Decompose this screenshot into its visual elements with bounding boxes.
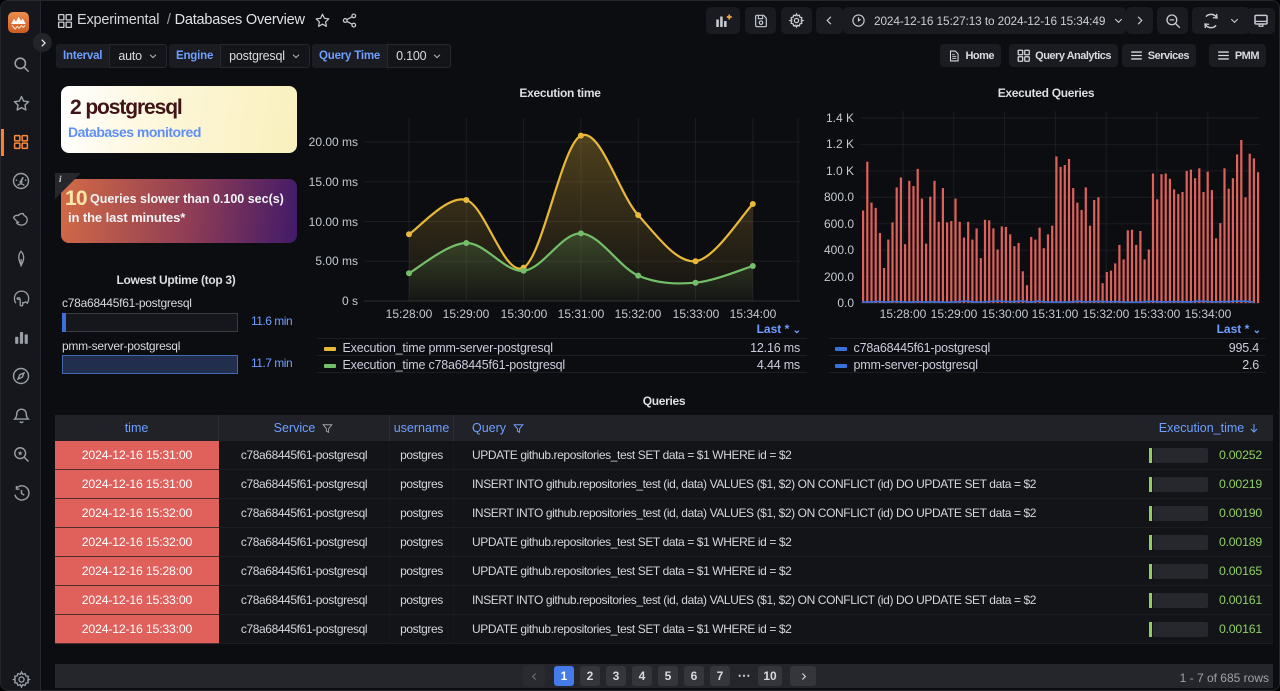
svg-text:400.0: 400.0 xyxy=(824,243,854,257)
svg-text:15:30:00: 15:30:00 xyxy=(982,307,1029,321)
svg-text:15:33:00: 15:33:00 xyxy=(1134,307,1181,321)
svg-text:15:31:00: 15:31:00 xyxy=(1032,307,1079,321)
svg-text:15:34:00: 15:34:00 xyxy=(730,307,777,321)
svg-text:15:28:00: 15:28:00 xyxy=(880,307,927,321)
svg-text:10.00 ms: 10.00 ms xyxy=(309,215,358,229)
svg-text:800.0: 800.0 xyxy=(824,190,854,204)
svg-text:15:34:00: 15:34:00 xyxy=(1185,307,1232,321)
svg-text:15.00 ms: 15.00 ms xyxy=(309,175,358,189)
svg-text:15:32:00: 15:32:00 xyxy=(1083,307,1130,321)
svg-text:200.0: 200.0 xyxy=(824,270,854,284)
svg-text:1.0 K: 1.0 K xyxy=(826,164,854,178)
svg-text:1.2 K: 1.2 K xyxy=(826,137,854,151)
svg-text:0.0: 0.0 xyxy=(837,296,854,310)
svg-text:5.00 ms: 5.00 ms xyxy=(315,254,358,268)
svg-text:15:31:00: 15:31:00 xyxy=(558,307,605,321)
svg-text:15:33:00: 15:33:00 xyxy=(673,307,720,321)
svg-text:15:30:00: 15:30:00 xyxy=(501,307,548,321)
svg-text:15:29:00: 15:29:00 xyxy=(443,307,490,321)
svg-text:15:32:00: 15:32:00 xyxy=(615,307,662,321)
svg-text:600.0: 600.0 xyxy=(824,217,854,231)
svg-text:15:29:00: 15:29:00 xyxy=(931,307,978,321)
svg-text:1.4 K: 1.4 K xyxy=(826,111,854,125)
svg-text:15:28:00: 15:28:00 xyxy=(386,307,433,321)
svg-text:20.00 ms: 20.00 ms xyxy=(309,135,358,149)
svg-text:0 s: 0 s xyxy=(342,294,358,308)
